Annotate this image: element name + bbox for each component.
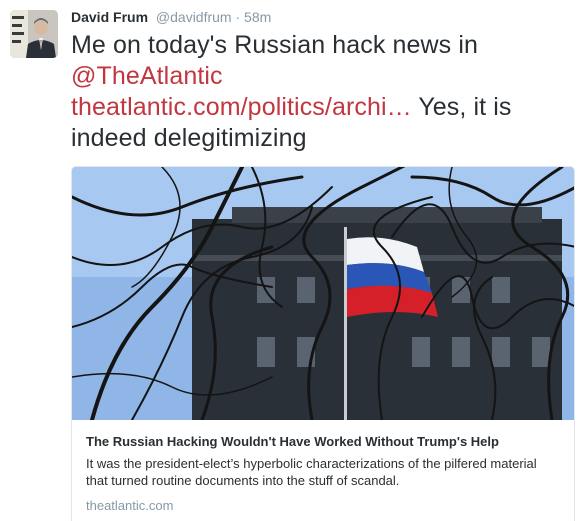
author-handle[interactable]: @davidfrum — [156, 9, 232, 25]
tweet-text: Me on today's Russian hack news in @TheA… — [71, 30, 571, 154]
card-body: The Russian Hacking Wouldn't Have Worked… — [72, 420, 574, 513]
tweet-text-body: Me on today's Russian hack news in — [71, 31, 478, 59]
card-title[interactable]: The Russian Hacking Wouldn't Have Worked… — [86, 433, 560, 451]
card-domain[interactable]: theatlantic.com — [86, 498, 560, 513]
article-link[interactable]: theatlantic.com/politics/archi… — [71, 93, 412, 121]
tweet-timestamp[interactable]: 58m — [244, 9, 271, 25]
separator-dot: · — [235, 9, 241, 25]
tweet: David Frum @davidfrum · 58m Me on today'… — [0, 0, 577, 521]
avatar-photo — [10, 10, 58, 58]
tweet-header: David Frum @davidfrum · 58m — [71, 9, 271, 25]
avatar[interactable] — [10, 10, 58, 58]
link-card[interactable]: The Russian Hacking Wouldn't Have Worked… — [71, 166, 575, 521]
author-name[interactable]: David Frum — [71, 9, 148, 25]
mention-link[interactable]: @TheAtlantic — [71, 62, 223, 90]
card-image — [72, 167, 574, 420]
card-description: It was the president-elect’s hyperbolic … — [86, 456, 537, 488]
